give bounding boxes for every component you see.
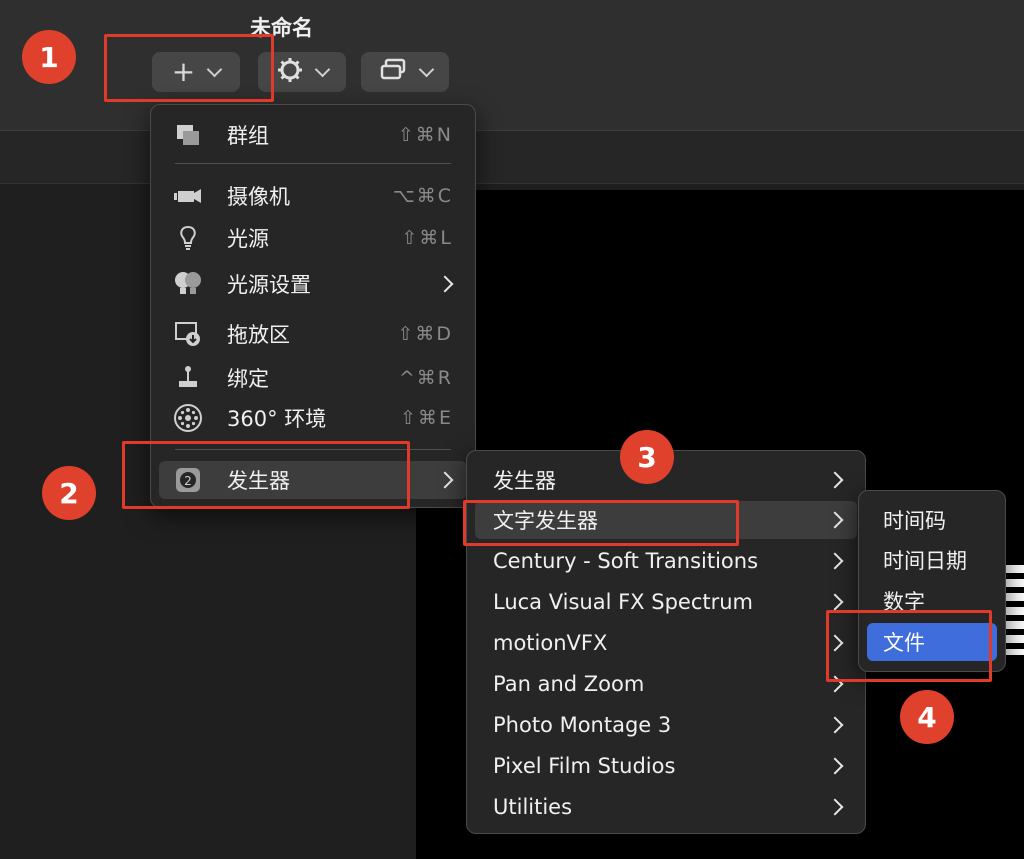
annotation-box-1 bbox=[104, 34, 274, 102]
step-badge-3: 3 bbox=[620, 430, 674, 484]
menu-item-rig[interactable]: 绑定 ^⌘R bbox=[159, 359, 467, 397]
chevron-right-icon bbox=[826, 798, 844, 816]
annotation-box-2 bbox=[122, 441, 410, 509]
layers-icon bbox=[379, 58, 407, 86]
chevron-right-icon bbox=[826, 471, 844, 489]
chevron-right-icon bbox=[826, 716, 844, 734]
annotation-box-4 bbox=[826, 610, 992, 682]
submenu-item-luca[interactable]: Luca Visual FX Spectrum bbox=[475, 583, 857, 621]
annotation-box-3 bbox=[463, 500, 739, 546]
chevron-right-icon bbox=[826, 593, 844, 611]
drop-zone-icon bbox=[173, 319, 203, 349]
submenu2-item-date-time[interactable]: 时间日期 bbox=[867, 541, 997, 579]
chevron-right-icon bbox=[436, 275, 454, 293]
submenu-item-century[interactable]: Century - Soft Transitions bbox=[475, 542, 857, 580]
submenu-item-pan-zoom[interactable]: Pan and Zoom bbox=[475, 665, 857, 703]
chevron-down-icon bbox=[418, 61, 434, 77]
menu-item-drop-zone[interactable]: 拖放区 ⇧⌘D bbox=[159, 315, 467, 353]
step-badge-4: 4 bbox=[900, 690, 954, 744]
camera-icon bbox=[173, 181, 203, 211]
menu-item-light[interactable]: 光源 ⇧⌘L bbox=[159, 219, 467, 257]
submenu2-item-timecode[interactable]: 时间码 bbox=[867, 501, 997, 539]
step-badge-2: 2 bbox=[42, 466, 96, 520]
gear-icon bbox=[277, 57, 303, 87]
chevron-right-icon bbox=[826, 511, 844, 529]
submenu-item-pixel-film[interactable]: Pixel Film Studios bbox=[475, 747, 857, 785]
submenu-item-motionvfx[interactable]: motionVFX bbox=[475, 624, 857, 662]
filters-button[interactable] bbox=[361, 52, 449, 92]
menu-item-group[interactable]: 群组 ⇧⌘N bbox=[159, 116, 467, 154]
group-icon bbox=[173, 120, 203, 150]
canvas-content bbox=[1004, 565, 1024, 655]
chevron-right-icon bbox=[826, 757, 844, 775]
menu-item-camera[interactable]: 摄像机 ⌥⌘C bbox=[159, 177, 467, 215]
chevron-right-icon bbox=[826, 552, 844, 570]
chevron-right-icon bbox=[436, 471, 454, 489]
submenu-item-utilities[interactable]: Utilities bbox=[475, 788, 857, 826]
chevron-down-icon bbox=[314, 61, 330, 77]
step-badge-1: 1 bbox=[22, 30, 76, 84]
light-setup-icon bbox=[173, 269, 203, 299]
lightbulb-icon bbox=[173, 223, 203, 253]
rig-icon bbox=[173, 363, 203, 393]
menu-item-360-environment[interactable]: 360° 环境 ⇧⌘E bbox=[159, 399, 467, 437]
menu-item-light-setup[interactable]: 光源设置 bbox=[159, 265, 467, 303]
submenu-item-photo-montage[interactable]: Photo Montage 3 bbox=[475, 706, 857, 744]
360-environment-icon bbox=[173, 403, 203, 433]
menu-separator bbox=[175, 163, 451, 164]
